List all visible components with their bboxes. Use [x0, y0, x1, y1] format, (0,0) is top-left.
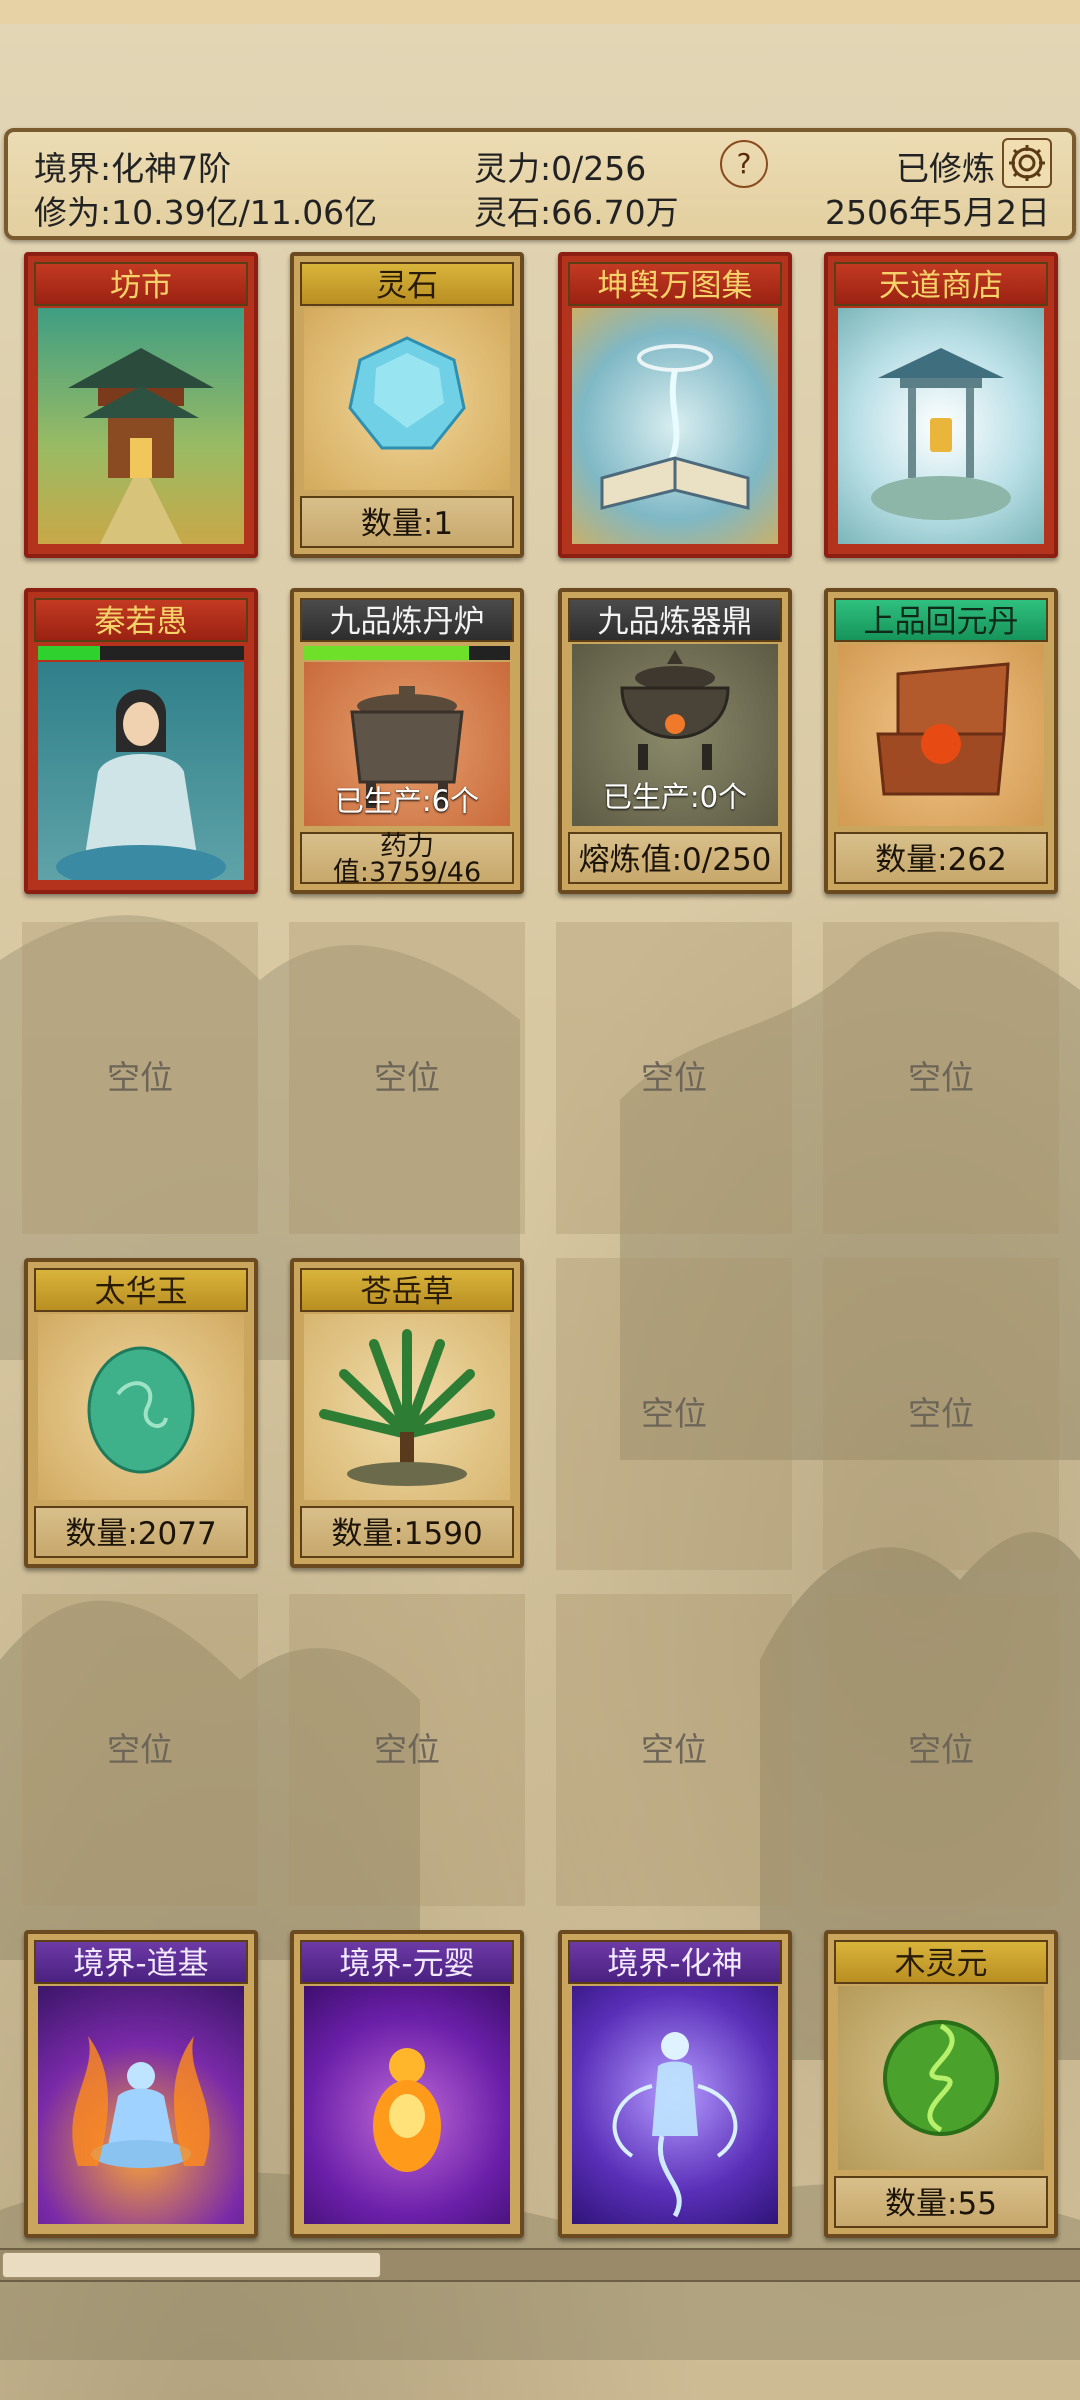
pill-furnace-image: 已生产:6个 [304, 662, 510, 826]
realm-daoji-card[interactable]: 境界-道基 [24, 1930, 258, 2238]
settings-button[interactable] [1002, 138, 1052, 188]
furnace-progress-track [304, 646, 510, 660]
gear-icon [1009, 145, 1045, 181]
empty-slot[interactable]: 空位 [289, 1594, 525, 1906]
character-portrait [38, 662, 244, 880]
pill-furnace-potency: 药力 值:3759/46 [300, 832, 514, 888]
help-button[interactable]: ? [720, 140, 768, 188]
empty-slot[interactable]: 空位 [22, 922, 258, 1234]
furnace-progress-fill [304, 646, 469, 660]
artifact-cauldron-card[interactable]: 九品炼器鼎 已生产:0个 熔炼值:0/250 [558, 588, 792, 894]
pill-furnace-produced: 已生产:6个 [334, 784, 480, 818]
spirit-power-text: 灵力:0/256 [474, 149, 647, 188]
spirit-stone-count: 数量:1 [300, 496, 514, 548]
empty-slot[interactable]: 空位 [823, 1258, 1059, 1570]
pill-furnace-potency-line2: 值:3759/46 [332, 857, 482, 888]
wood-essence-card[interactable]: 木灵元 数量:55 [824, 1930, 1058, 2238]
wood-essence-image [838, 1986, 1044, 2170]
realm-daoji-image [38, 1986, 244, 2224]
huiyuan-pill-image [838, 644, 1044, 826]
empty-slot[interactable]: 空位 [556, 1594, 792, 1906]
huiyuan-pill-title: 上品回元丹 [834, 598, 1048, 642]
character-card[interactable]: 秦若愚 [24, 588, 258, 894]
artifact-cauldron-image: 已生产:0个 [572, 644, 778, 826]
horizontal-scrollbar[interactable] [0, 2248, 1080, 2282]
heaven-shop-card[interactable]: 天道商店 [824, 252, 1058, 558]
taihua-jade-count: 数量:2077 [34, 1506, 248, 1558]
market-title: 坊市 [34, 262, 248, 306]
realm-huashen-image [572, 1986, 778, 2224]
taihua-jade-card[interactable]: 太华玉 数量:2077 [24, 1258, 258, 1568]
huiyuan-pill-card[interactable]: 上品回元丹 数量:262 [824, 588, 1058, 894]
realm-huashen-title: 境界-化神 [568, 1940, 782, 1984]
artifact-cauldron-smelt: 熔炼值:0/250 [568, 832, 782, 884]
game-date: 2506年5月2日 [825, 193, 1050, 232]
market-card[interactable]: 坊市 [24, 252, 258, 558]
cangyue-grass-count: 数量:1590 [300, 1506, 514, 1558]
spirit-stones-text: 灵石:66.70万 [474, 193, 679, 232]
realm-yuanying-card[interactable]: 境界-元婴 [290, 1930, 524, 2238]
huiyuan-pill-count: 数量:262 [834, 832, 1048, 884]
cangyue-grass-card[interactable]: 苍岳草 数量:1590 [290, 1258, 524, 1568]
wood-essence-title: 木灵元 [834, 1940, 1048, 1984]
spirit-stone-image [304, 308, 510, 490]
empty-slot[interactable]: 空位 [289, 922, 525, 1234]
character-progress-fill [38, 646, 100, 660]
taihua-jade-title: 太华玉 [34, 1268, 248, 1312]
artifact-cauldron-title: 九品炼器鼎 [568, 598, 782, 642]
empty-slot[interactable]: 空位 [556, 922, 792, 1234]
heaven-shop-title: 天道商店 [834, 262, 1048, 306]
taihua-jade-image [38, 1314, 244, 1500]
character-name: 秦若愚 [34, 598, 248, 642]
cultivation-text: 修为:10.39亿/11.06亿 [34, 193, 378, 232]
empty-slot[interactable]: 空位 [823, 1594, 1059, 1906]
market-image [38, 308, 244, 544]
realm-huashen-card[interactable]: 境界-化神 [558, 1930, 792, 2238]
artifact-cauldron-produced: 已生产:0个 [602, 780, 748, 814]
status-bar-strip [0, 0, 1080, 24]
atlas-title: 坤舆万图集 [568, 262, 782, 306]
heaven-shop-image [838, 308, 1044, 544]
empty-slot[interactable]: 空位 [823, 922, 1059, 1234]
realm-daoji-title: 境界-道基 [34, 1940, 248, 1984]
realm-text: 境界:化神7阶 [34, 149, 232, 188]
empty-slot[interactable]: 空位 [556, 1258, 792, 1570]
empty-slot[interactable]: 空位 [22, 1594, 258, 1906]
spirit-stone-title: 灵石 [300, 262, 514, 306]
realm-yuanying-title: 境界-元婴 [300, 1940, 514, 1984]
status-header: 境界:化神7阶 修为:10.39亿/11.06亿 灵力:0/256 灵石:66.… [4, 128, 1076, 240]
atlas-image [572, 308, 778, 544]
spirit-stone-card[interactable]: 灵石 数量:1 [290, 252, 524, 558]
pill-furnace-title: 九品炼丹炉 [300, 598, 514, 642]
realm-yuanying-image [304, 1986, 510, 2224]
cangyue-grass-title: 苍岳草 [300, 1268, 514, 1312]
pill-furnace-card[interactable]: 九品炼丹炉 已生产:6个 药力 值:3759/46 [290, 588, 524, 894]
scrollbar-thumb[interactable] [2, 2252, 381, 2278]
wood-essence-count: 数量:55 [834, 2176, 1048, 2228]
character-progress-track [38, 646, 244, 660]
atlas-card[interactable]: 坤舆万图集 [558, 252, 792, 558]
cangyue-grass-image [304, 1314, 510, 1500]
cultivation-status: 已修炼 [896, 149, 995, 188]
